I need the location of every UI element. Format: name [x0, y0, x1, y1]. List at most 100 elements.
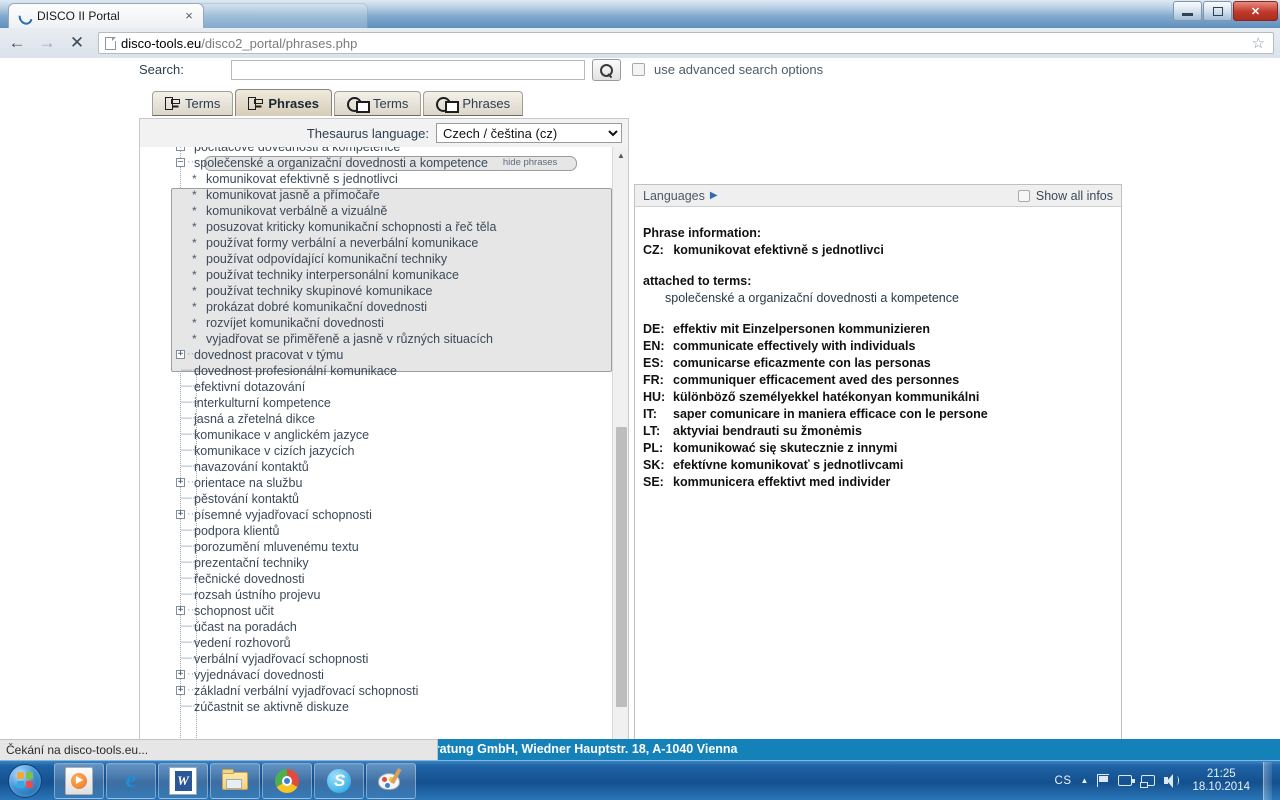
expand-icon[interactable]: +: [176, 606, 185, 615]
microsoft-word-icon: W: [169, 766, 197, 795]
taskbar-item-google-chrome[interactable]: [262, 762, 312, 799]
action-center-flag-icon[interactable]: [1097, 774, 1110, 787]
taskbar-item-paint[interactable]: [366, 762, 416, 799]
tree-term-row[interactable]: —·· komunikace v cizích jazycích: [140, 443, 612, 459]
tree-phrase-row[interactable]: * prokázat dobré komunikační dovednosti: [140, 299, 612, 315]
tree-phrase-row[interactable]: * používat formy verbální a neverbální ko…: [140, 235, 612, 251]
tree-term-row[interactable]: + ·· dovednost pracovat v týmu: [140, 347, 612, 363]
minimize-button[interactable]: [1173, 1, 1202, 21]
tree-term-row[interactable]: – ·· společenské a organizační dovednosti …: [140, 155, 612, 171]
tree-term-row[interactable]: —·· prezentační techniky: [140, 555, 612, 571]
tree-phrase-row[interactable]: * používat odpovídající komunikační techn…: [140, 251, 612, 267]
translation-text: effektiv mit Einzelpersonen kommuniziere…: [673, 322, 931, 336]
tree-term-row[interactable]: —·· verbální vyjadřovací schopnosti: [140, 651, 612, 667]
attached-to-terms-heading: attached to terms:: [643, 274, 752, 288]
tree-phrase-row[interactable]: * používat techniky skupinové komunikace: [140, 283, 612, 299]
start-button[interactable]: [2, 762, 48, 800]
forward-icon[interactable]: →: [36, 32, 58, 54]
expand-icon[interactable]: +: [176, 686, 185, 695]
taskbar-item-internet-explorer[interactable]: e: [106, 762, 156, 799]
file-explorer-icon: [221, 767, 249, 795]
tab-phrases-browse[interactable]: Phrases: [235, 89, 332, 116]
expand-icon[interactable]: +: [176, 478, 185, 487]
taskbar-item-windows-media-player[interactable]: [54, 762, 104, 799]
browser-tab-background[interactable]: [198, 3, 368, 28]
tree-term-row[interactable]: + ·· základní verbální vyjadřovací schopno…: [140, 683, 612, 699]
tree-term-row[interactable]: —·· vedení rozhovorů: [140, 635, 612, 651]
tree-term-row[interactable]: —·· zúčastnit se aktivně diskuze: [140, 699, 612, 715]
hide-phrases-link[interactable]: hide phrases: [503, 155, 557, 171]
tree-phrase-row[interactable]: * vyjadřovat se přiměřeně a jasně v různý…: [140, 331, 612, 347]
tray-clock[interactable]: 21:25 18.10.2014: [1188, 768, 1254, 794]
tree-phrase-row[interactable]: * komunikovat verbálně a vizuálně: [140, 203, 612, 219]
tree-term-row[interactable]: —·· interkulturní kompetence: [140, 395, 612, 411]
tree-term-row[interactable]: + ·· vyjednávací dovednosti: [140, 667, 612, 683]
bookmark-star-icon[interactable]: ☆: [1252, 34, 1267, 52]
tree-term-row[interactable]: + ·· schopnost učit: [140, 603, 612, 619]
maximize-button[interactable]: [1203, 1, 1232, 21]
tree-term-row[interactable]: —·· komunikace v anglickém jazyce: [140, 427, 612, 443]
tree-term-row[interactable]: —·· řečnické dovednosti: [140, 571, 612, 587]
scroll-up-icon[interactable]: ▲: [613, 147, 629, 163]
advanced-search-checkbox[interactable]: [632, 63, 645, 76]
translation-language-code: PL:: [643, 441, 664, 455]
tree-term-row[interactable]: —·· porozumění mluvenému textu: [140, 539, 612, 555]
tree-phrase-row[interactable]: * komunikovat efektivně s jednotlivci: [140, 171, 612, 187]
tree-term-row[interactable]: +··počítačové dovednosti a kompetence: [140, 147, 612, 155]
expand-icon[interactable]: +: [176, 350, 185, 359]
taskbar-item-microsoft-word[interactable]: W: [158, 762, 208, 799]
browser-toolbar: ← → ✕ disco-tools.eu/disco2_portal/phras…: [0, 28, 1280, 58]
show-desktop-button[interactable]: [1263, 761, 1272, 800]
close-window-button[interactable]: ✕: [1233, 1, 1278, 21]
expand-icon[interactable]: +: [176, 510, 185, 519]
phrase-bullet-icon: *: [192, 284, 197, 298]
tree-term-row[interactable]: —·· účast na poradách: [140, 619, 612, 635]
browser-tab-active[interactable]: DISCO II Portal ×: [8, 3, 204, 28]
search-submit-button[interactable]: [592, 59, 621, 81]
tab-terms-search[interactable]: Terms: [333, 91, 422, 116]
tree-term-row[interactable]: —·· efektivní dotazování: [140, 379, 612, 395]
tree-phrase-row[interactable]: * komunikovat jasně a přímočaře: [140, 187, 612, 203]
stop-icon[interactable]: ✕: [66, 32, 88, 54]
phrase-info-body: Phrase information: CZ: komunikovat efek…: [635, 207, 1121, 491]
tree-scrollbar[interactable]: ▲ ▼: [612, 147, 628, 760]
chevron-right-icon[interactable]: ▶: [710, 190, 718, 201]
tree-phrase-row[interactable]: * posuzovat kriticky komunikační schopnos…: [140, 219, 612, 235]
show-all-infos-checkbox[interactable]: [1017, 189, 1030, 202]
tree-term-row[interactable]: + ·· písemné vyjadřovací schopnosti: [140, 507, 612, 523]
tree-term-row[interactable]: —·· podpora klientů: [140, 523, 612, 539]
tree-term-row[interactable]: + ·· orientace na službu: [140, 475, 612, 491]
tab-label: Terms: [185, 96, 221, 111]
show-all-infos-control[interactable]: Show all infos: [1017, 189, 1113, 203]
collapse-icon[interactable]: –: [176, 158, 185, 167]
volume-icon[interactable]: [1164, 773, 1180, 788]
battery-icon[interactable]: [1118, 775, 1136, 786]
search-input[interactable]: [231, 60, 585, 80]
tab-phrases-search[interactable]: Phrases: [423, 91, 524, 116]
expand-icon[interactable]: +: [176, 670, 185, 679]
thesaurus-language-select[interactable]: Czech / čeština (cz): [436, 123, 622, 143]
tree-phrase-row[interactable]: * rozvíjet komunikační dovednosti: [140, 315, 612, 331]
address-bar[interactable]: disco-tools.eu/disco2_portal/phrases.php…: [98, 32, 1274, 54]
tree-phrase-row[interactable]: * používat techniky interpersonální komun…: [140, 267, 612, 283]
tree-term-row[interactable]: —·· navazování kontaktů: [140, 459, 612, 475]
close-icon[interactable]: ×: [183, 9, 195, 22]
languages-link[interactable]: Languages: [643, 189, 705, 203]
tray-language-indicator[interactable]: CS: [1055, 775, 1072, 787]
tree-term-row[interactable]: —·· dovednost profesionální komunikace: [140, 363, 612, 379]
scrollbar-thumb[interactable]: [616, 427, 627, 707]
tree-term-row[interactable]: —·· pěstování kontaktů: [140, 491, 612, 507]
expand-icon[interactable]: +: [176, 147, 185, 151]
window-controls: ✕: [1173, 1, 1278, 21]
taskbar-item-skype[interactable]: S: [314, 762, 364, 799]
taskbar-items: e W S: [54, 762, 416, 799]
network-icon[interactable]: [1140, 775, 1156, 788]
tray-show-hidden-icon[interactable]: ▲: [1081, 776, 1089, 785]
tree-node-label: prezentační techniky: [194, 556, 309, 570]
thesaurus-tree-scroll[interactable]: +··počítačové dovednosti a kompetence–··…: [140, 147, 628, 760]
tree-term-row[interactable]: —·· jasná a zřetelná dikce: [140, 411, 612, 427]
back-icon[interactable]: ←: [6, 32, 28, 54]
tree-term-row[interactable]: —·· rozsah ústního projevu: [140, 587, 612, 603]
taskbar-item-file-explorer[interactable]: [210, 762, 260, 799]
tab-terms-browse[interactable]: Terms: [152, 91, 234, 116]
